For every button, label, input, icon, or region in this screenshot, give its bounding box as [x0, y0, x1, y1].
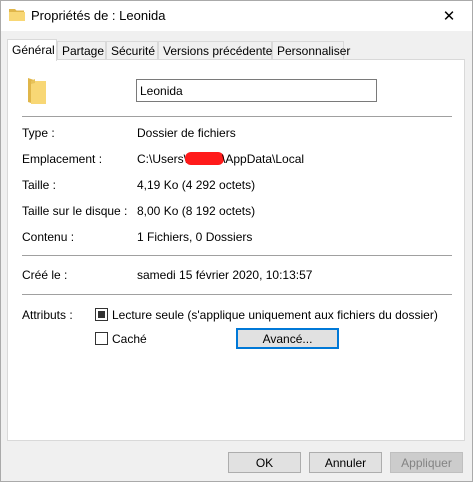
general-panel: Type : Dossier de fichiers Emplacement :…: [7, 59, 465, 441]
location-prefix: C:\Users\: [137, 152, 188, 166]
separator: [22, 255, 452, 256]
attributes-label: Attributs :: [22, 308, 73, 322]
window-title: Propriétés de : Leonida: [31, 8, 166, 23]
disk-size-value: 8,00 Ko (8 192 octets): [137, 204, 256, 218]
location-suffix: \AppData\Local: [222, 152, 305, 166]
separator: [22, 294, 452, 295]
tab-general[interactable]: Général: [7, 39, 57, 61]
tab-previous-versions[interactable]: Versions précédentes: [158, 41, 278, 60]
contents-label: Contenu :: [22, 230, 75, 244]
tab-sharing[interactable]: Partage: [57, 41, 106, 60]
size-label: Taille :: [22, 178, 57, 192]
advanced-button[interactable]: Avancé...: [236, 328, 339, 349]
hidden-checkbox[interactable]: [95, 332, 108, 345]
location-value: C:\Users\ \AppData\Local: [137, 152, 304, 166]
folder-icon: [26, 77, 48, 105]
size-value: 4,19 Ko (4 292 octets): [137, 178, 256, 192]
close-button[interactable]: ✕: [426, 1, 472, 31]
location-label: Emplacement :: [22, 152, 103, 166]
cancel-button[interactable]: Annuler: [309, 452, 382, 473]
folder-name-input[interactable]: [136, 79, 377, 102]
hidden-label[interactable]: Caché: [112, 332, 147, 346]
redaction-mark: [185, 152, 225, 165]
disk-size-label: Taille sur le disque :: [22, 204, 128, 218]
tab-customize[interactable]: Personnaliser: [272, 41, 350, 60]
apply-button[interactable]: Appliquer: [390, 452, 463, 473]
properties-dialog: Propriétés de : Leonida ✕ Général Partag…: [0, 0, 473, 482]
separator: [22, 116, 452, 117]
type-value: Dossier de fichiers: [137, 126, 236, 140]
contents-value: 1 Fichiers, 0 Dossiers: [137, 230, 253, 244]
folder-icon: [9, 8, 25, 22]
type-label: Type :: [22, 126, 55, 140]
title-bar[interactable]: Propriétés de : Leonida ✕: [1, 1, 472, 31]
created-label: Créé le :: [22, 268, 68, 282]
created-value: samedi 15 février 2020, 10:13:57: [137, 268, 313, 282]
readonly-checkbox[interactable]: [95, 308, 108, 321]
readonly-label[interactable]: Lecture seule (s'applique uniquement aux…: [112, 308, 438, 322]
tab-security[interactable]: Sécurité: [106, 41, 158, 60]
ok-button[interactable]: OK: [228, 452, 301, 473]
